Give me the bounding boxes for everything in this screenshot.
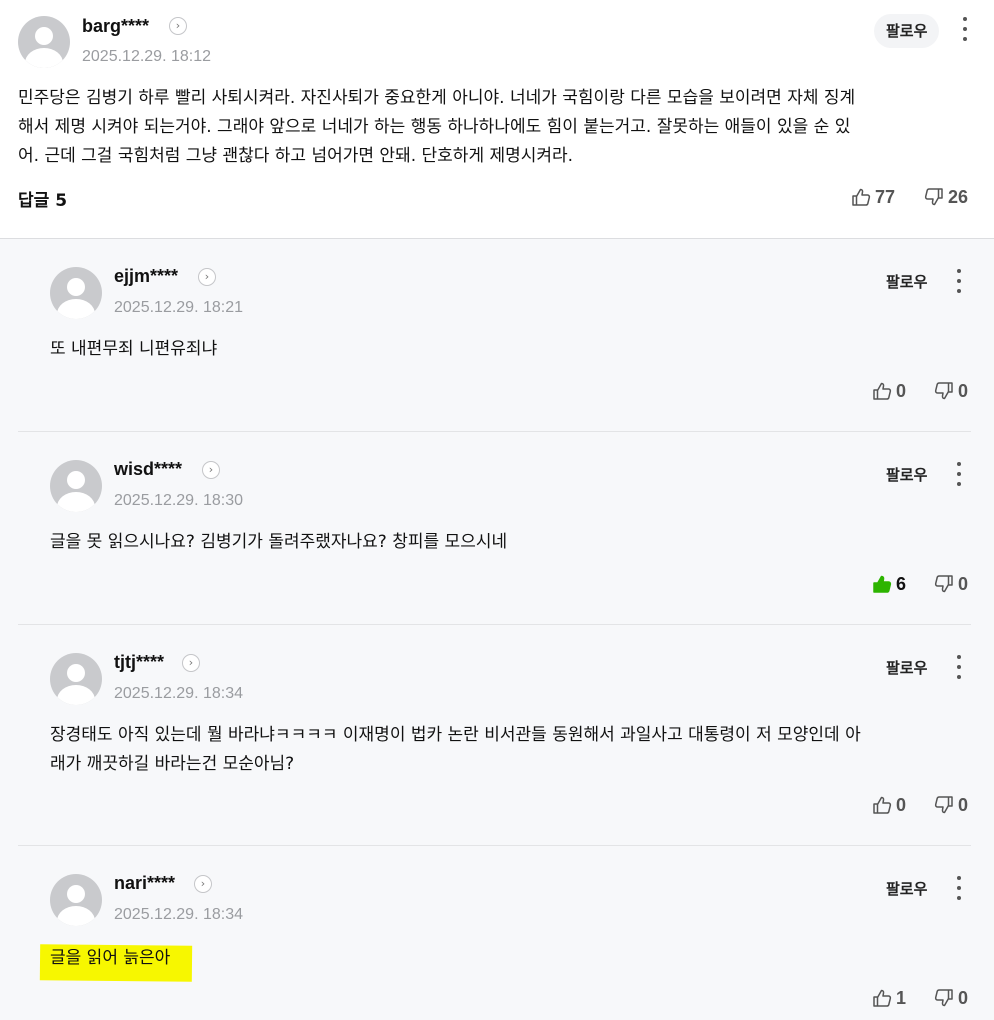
comment-text: 장경태도 아직 있는데 뭘 바라냐ㅋㅋㅋㅋ 이재명이 법카 논란 비서관들 동원…	[50, 721, 861, 779]
comment-text-line: 민주당은 김병기 하루 빨리 사퇴시켜라. 자진사퇴가 중요한게 아니야. 너네…	[18, 88, 856, 108]
dislike-button[interactable]: 0	[934, 572, 968, 596]
like-button[interactable]: 77	[851, 185, 895, 209]
main-comment: barg**** › 2025.12.29. 18:12 팔로우 민주당은 김병…	[0, 0, 994, 239]
comment-text-line: 해서 제명 시켜야 되는거야. 그래야 앞으로 너네가 하는 행동 하나하나에도…	[18, 117, 851, 137]
profile-arrow-icon[interactable]: ›	[194, 875, 212, 893]
profile-arrow-icon[interactable]: ›	[182, 654, 200, 672]
thumbs-up-icon	[873, 989, 892, 1007]
profile-arrow-icon[interactable]: ›	[198, 268, 216, 286]
comment-text: 민주당은 김병기 하루 빨리 사퇴시켜라. 자진사퇴가 중요한게 아니야. 너네…	[18, 84, 855, 171]
comment-text: 글을 읽어 늙은아	[50, 948, 171, 968]
thumbs-up-filled-icon	[873, 575, 892, 593]
avatar[interactable]	[50, 460, 102, 512]
dislike-count: 0	[958, 987, 969, 1008]
follow-button[interactable]: 팔로우	[874, 651, 939, 685]
follow-button[interactable]: 팔로우	[874, 265, 939, 299]
avatar[interactable]	[50, 653, 102, 705]
comment-date: 2025.12.29. 18:21	[114, 299, 244, 316]
comment-text-line: 래가 깨끗하길 바라는건 모순아님?	[50, 754, 295, 774]
comment-date: 2025.12.29. 18:30	[114, 492, 244, 509]
profile-arrow-icon[interactable]: ›	[169, 17, 187, 35]
more-options-icon[interactable]	[962, 17, 968, 43]
follow-button[interactable]: 팔로우	[874, 458, 939, 492]
comment-date: 2025.12.29. 18:12	[82, 48, 212, 65]
follow-button[interactable]: 팔로우	[874, 872, 939, 906]
like-button[interactable]: 0	[872, 379, 906, 403]
comment-date: 2025.12.29. 18:34	[114, 685, 244, 702]
avatar[interactable]	[50, 267, 102, 319]
dislike-button[interactable]: 0	[934, 986, 968, 1010]
dislike-count: 0	[958, 380, 969, 401]
username[interactable]: tjtj****	[114, 652, 164, 673]
thumbs-up-icon	[873, 796, 892, 814]
comment-text: 글을 못 읽으시나요? 김병기가 돌려주랬자나요? 창피를 모으시네	[50, 532, 508, 552]
thumbs-down-icon	[934, 382, 953, 400]
username[interactable]: nari****	[114, 873, 175, 894]
thumbs-down-icon	[934, 575, 953, 593]
more-options-icon[interactable]	[956, 876, 962, 902]
username[interactable]: wisd****	[114, 459, 182, 480]
like-count: 1	[896, 987, 907, 1008]
like-button-active[interactable]: 6	[872, 572, 906, 596]
dislike-count: 26	[948, 186, 969, 207]
dislike-count: 0	[958, 573, 969, 594]
like-button[interactable]: 1	[872, 986, 906, 1010]
dislike-button[interactable]: 0	[934, 793, 968, 817]
dislike-count: 0	[958, 794, 969, 815]
divider	[18, 624, 971, 625]
comment-date: 2025.12.29. 18:34	[114, 906, 244, 923]
profile-arrow-icon[interactable]: ›	[202, 461, 220, 479]
username[interactable]: ejjm****	[114, 266, 178, 287]
thumbs-up-icon	[852, 188, 871, 206]
comment-text: 또 내편무죄 니편유죄냐	[50, 339, 218, 359]
like-count: 77	[875, 186, 896, 207]
like-count: 0	[896, 380, 907, 401]
divider	[18, 431, 971, 432]
username[interactable]: barg****	[82, 16, 149, 37]
thumbs-up-icon	[873, 382, 892, 400]
comment-text-line: 장경태도 아직 있는데 뭘 바라냐ㅋㅋㅋㅋ 이재명이 법카 논란 비서관들 동원…	[50, 725, 861, 745]
more-options-icon[interactable]	[956, 655, 962, 681]
reply-toggle-button[interactable]: 답글 5	[18, 186, 67, 211]
dislike-button[interactable]: 0	[934, 379, 968, 403]
more-options-icon[interactable]	[956, 269, 962, 295]
thumbs-down-icon	[924, 188, 943, 206]
dislike-button[interactable]: 26	[924, 185, 968, 209]
avatar[interactable]	[50, 874, 102, 926]
avatar[interactable]	[18, 16, 70, 68]
follow-button[interactable]: 팔로우	[874, 14, 940, 48]
like-button[interactable]: 0	[872, 793, 906, 817]
like-count: 0	[896, 794, 907, 815]
like-count: 6	[896, 573, 907, 594]
thumbs-down-icon	[934, 989, 953, 1007]
divider	[18, 845, 971, 846]
more-options-icon[interactable]	[956, 462, 962, 488]
thumbs-down-icon	[934, 796, 953, 814]
comment-text-line: 어. 근데 그걸 국힘처럼 그냥 괜찮다 하고 넘어가면 안돼. 단호하게 제명…	[18, 146, 574, 166]
